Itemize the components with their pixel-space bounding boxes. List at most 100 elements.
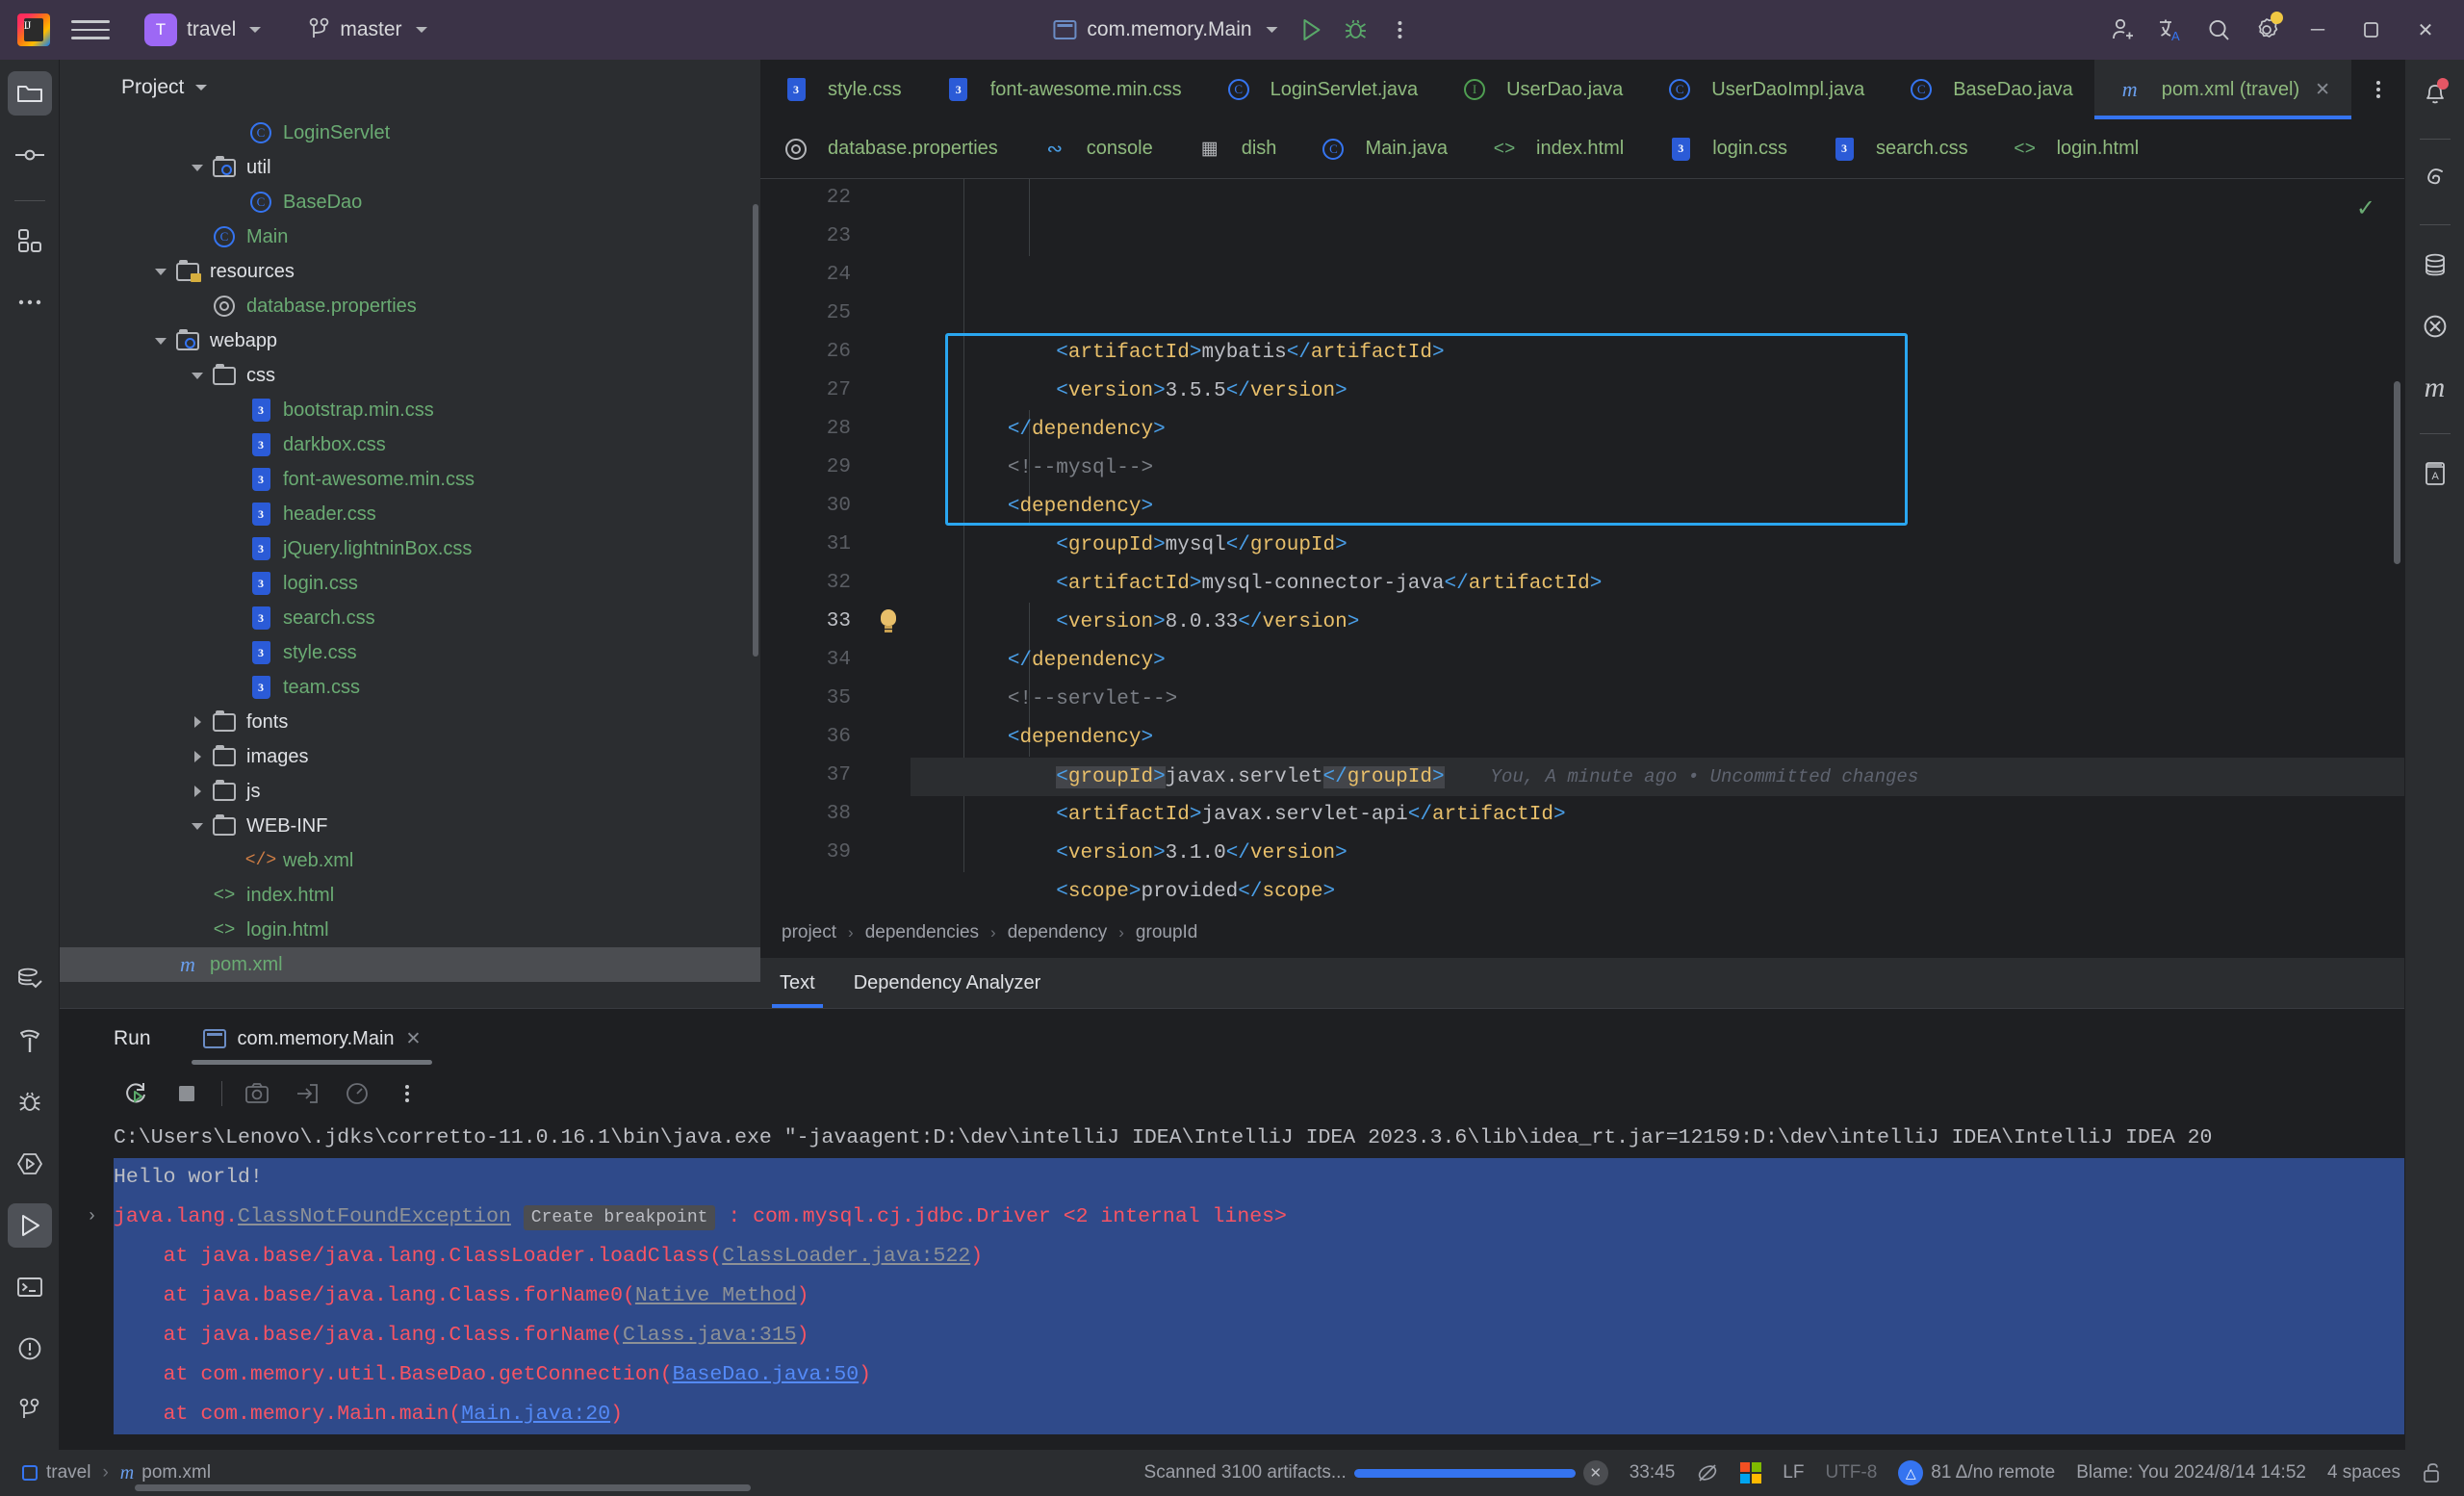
maximize-button[interactable] (2347, 8, 2397, 52)
rerun-button[interactable] (116, 1074, 158, 1113)
inspections-ok-check-icon[interactable]: ✓ (2356, 194, 2375, 222)
run-more-button[interactable] (1378, 8, 1423, 52)
chevron-right-icon[interactable] (185, 751, 210, 762)
status-file[interactable]: m pom.xml (120, 1462, 211, 1484)
code-line[interactable]: <!--mysql--> (911, 450, 2404, 488)
tree-item-resources[interactable]: resources (60, 254, 760, 289)
editor-tab-loginservlet-java[interactable]: C LoginServlet.java (1203, 60, 1439, 119)
sidebar-item-services[interactable] (8, 1142, 52, 1186)
sidebar-item-notifications[interactable] (2413, 71, 2457, 116)
tree-item-css[interactable]: css (60, 358, 760, 393)
status-line-separator[interactable]: LF (1783, 1462, 1804, 1483)
tree-item-header-css[interactable]: 3 header.css (60, 497, 760, 531)
tree-item-images[interactable]: images (60, 739, 760, 774)
git-branch-selector[interactable]: master (299, 13, 436, 46)
sidebar-item-bookmarks[interactable]: A (2413, 451, 2457, 496)
sidebar-item-ai-assistant[interactable] (2413, 157, 2457, 201)
chevron-right-icon[interactable] (185, 786, 210, 797)
exception-class-link[interactable]: ClassNotFoundException (238, 1205, 511, 1228)
editor-tab-userdao-java[interactable]: I UserDao.java (1439, 60, 1644, 119)
sidebar-item-more-tools[interactable] (8, 280, 52, 324)
create-breakpoint-badge[interactable]: Create breakpoint (523, 1205, 716, 1230)
chevron-down-icon[interactable] (185, 822, 210, 830)
stack-frame-link[interactable]: BaseDao.java:50 (673, 1363, 860, 1386)
status-encoding[interactable]: UTF-8 (1825, 1462, 1877, 1483)
editor-tab-userdaoimpl-java[interactable]: C UserDaoImpl.java (1644, 60, 1886, 119)
snapshot-button[interactable] (236, 1074, 278, 1113)
status-indexing-toggle[interactable] (1696, 1461, 1719, 1484)
breadcrumb-item[interactable]: dependency (1008, 922, 1108, 943)
project-tree-scrollbar[interactable] (753, 204, 758, 657)
console-horizontal-scrollbar[interactable] (135, 1484, 751, 1491)
editor-bottom-tab-text[interactable]: Text (760, 958, 834, 1008)
code-line[interactable]: <dependency> (911, 719, 2404, 758)
stack-frame-link[interactable]: ClassLoader.java:522 (722, 1245, 970, 1268)
run-configuration-selector[interactable]: com.memory.Main (1041, 13, 1289, 46)
editor-tab-main-java[interactable]: C Main.java (1297, 119, 1469, 178)
translate-button[interactable]: A (2148, 8, 2193, 52)
stack-frame-link[interactable]: Class.java:315 (623, 1324, 797, 1347)
run-tab-com-memory-main[interactable]: com.memory.Main ✕ (191, 1009, 433, 1069)
run-button[interactable] (1290, 8, 1334, 52)
breadcrumb-item[interactable]: groupId (1136, 922, 1197, 943)
tree-item-pom-xml[interactable]: m pom.xml (60, 947, 760, 982)
tree-item-js[interactable]: js (60, 774, 760, 809)
editor-tab-login-html[interactable]: <> login.html (1989, 119, 2161, 178)
settings-button[interactable] (2245, 8, 2289, 52)
sidebar-item-terminal[interactable] (8, 1265, 52, 1309)
close-icon[interactable]: ✕ (2315, 79, 2330, 101)
chevron-right-icon[interactable] (185, 716, 210, 728)
tree-item-index-html[interactable]: <> index.html (60, 878, 760, 913)
code-line[interactable]: <version>3.1.0</version> (911, 835, 2404, 873)
status-caret-position[interactable]: 33:45 (1630, 1462, 1676, 1483)
editor-tab-index-html[interactable]: <> index.html (1469, 119, 1645, 178)
editor-tab-console[interactable]: ∾ console (1019, 119, 1174, 178)
cancel-scan-button[interactable]: ✕ (1582, 1460, 1608, 1485)
code-line[interactable]: <version>3.5.5</version> (911, 373, 2404, 411)
main-menu-icon[interactable] (71, 11, 110, 49)
close-icon[interactable]: ✕ (406, 1028, 422, 1050)
tree-item-bootstrap-min-css[interactable]: 3 bootstrap.min.css (60, 393, 760, 427)
status-indent[interactable]: 4 spaces (2327, 1462, 2400, 1483)
editor-tabs-row-2[interactable]: database.properties ∾ console ▦ dish C Main.ja… (760, 119, 2404, 179)
tree-item-loginservlet[interactable]: C LoginServlet (60, 116, 760, 150)
chevron-down-icon[interactable] (148, 268, 173, 275)
editor-tab-basedao-java[interactable]: C BaseDao.java (1886, 60, 2094, 119)
console-output[interactable]: C:\Users\Lenovo\.jdks\corretto-11.0.16.1… (60, 1119, 2404, 1450)
editor-tab-pom-xml-travel-[interactable]: m pom.xml (travel) ✕ (2093, 60, 2352, 119)
chevron-down-icon[interactable] (185, 372, 210, 379)
sidebar-item-maven[interactable]: m (2413, 366, 2457, 410)
sidebar-item-build[interactable] (8, 1019, 52, 1063)
tree-item-web-inf[interactable]: WEB-INF (60, 809, 760, 843)
sidebar-item-structure[interactable] (8, 219, 52, 263)
chevron-down-icon[interactable] (195, 85, 208, 90)
code-line[interactable]: <artifactId>javax.servlet-api</artifactI… (911, 796, 2404, 835)
code-line[interactable]: <artifactId>mybatis</artifactId> (911, 334, 2404, 373)
editor-bottom-tab-dependency-analyzer[interactable]: Dependency Analyzer (834, 958, 1061, 1008)
tree-item-database-properties[interactable]: database.properties (60, 289, 760, 323)
chevron-down-icon[interactable] (185, 164, 210, 171)
code-line[interactable]: <artifactId>mysql-connector-java</artifa… (911, 565, 2404, 604)
code-editor[interactable]: 22 23 24 25 26 27 28 29 30 31 32 33 34 35 36 37 38 39 <ar… (760, 179, 2404, 908)
status-blame[interactable]: Blame: You 2024/8/14 14:52 (2076, 1462, 2306, 1483)
sidebar-item-database-check[interactable] (8, 957, 52, 1001)
tree-item-jquery-lightninbox-css[interactable]: 3 jQuery.lightninBox.css (60, 531, 760, 566)
tree-item-main[interactable]: C Main (60, 219, 760, 254)
tree-item-font-awesome-min-css[interactable]: 3 font-awesome.min.css (60, 462, 760, 497)
stack-frame-link[interactable]: Native Method (635, 1284, 797, 1307)
stack-frame-link[interactable]: Main.java:20 (461, 1403, 610, 1426)
lightbulb-icon[interactable] (866, 603, 911, 641)
tree-item-util[interactable]: util (60, 150, 760, 185)
minimize-button[interactable]: ─ (2293, 8, 2343, 52)
sidebar-item-xml-tools[interactable] (2413, 304, 2457, 348)
expand-stacktrace-icon[interactable]: › (87, 1198, 97, 1237)
tree-item-login-css[interactable]: 3 login.css (60, 566, 760, 601)
sidebar-item-run[interactable] (7, 1203, 52, 1248)
status-lock-toggle[interactable] (2422, 1461, 2443, 1484)
editor-tab-search-css[interactable]: 3 search.css (1809, 119, 1989, 178)
search-everywhere-button[interactable] (2196, 8, 2241, 52)
tree-item-web-xml[interactable]: </> web.xml (60, 843, 760, 878)
code-line[interactable]: <groupId>javax.servlet</groupId> You, A m… (911, 758, 2404, 796)
tree-item-style-css[interactable]: 3 style.css (60, 635, 760, 670)
run-more-options-button[interactable] (386, 1074, 428, 1113)
